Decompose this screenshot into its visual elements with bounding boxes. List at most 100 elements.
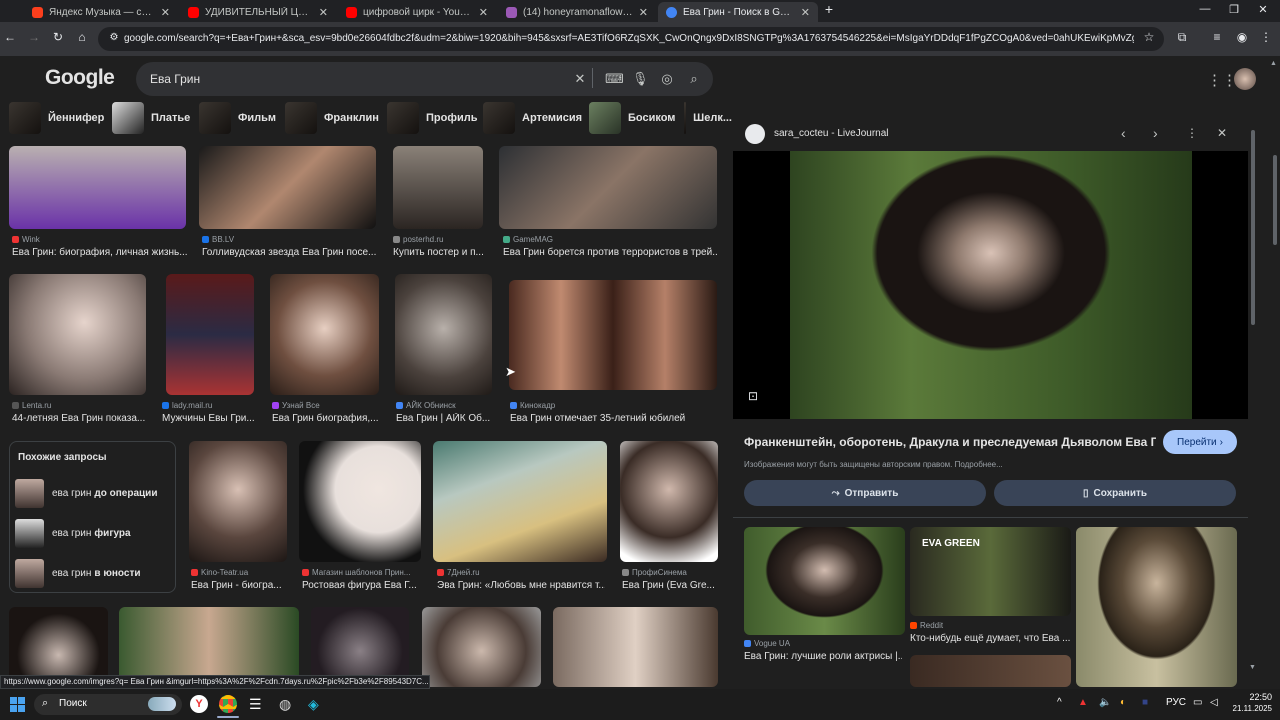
result-caption[interactable]: Ева Грин (Eva Gre... bbox=[622, 580, 718, 591]
result-caption[interactable]: Ева Грин отмечает 35-летний юбилей bbox=[510, 413, 717, 424]
windows-start-icon[interactable] bbox=[10, 697, 25, 712]
yandex-browser-icon[interactable]: Y bbox=[190, 695, 208, 713]
result-image[interactable] bbox=[199, 146, 376, 229]
previous-icon[interactable]: ‹ bbox=[1121, 125, 1126, 141]
tab-youtube-1[interactable]: УДИВИТЕЛЬНЫЙ ЦИФРОВОЙ✕ bbox=[180, 2, 336, 22]
share-button[interactable]: ⤳ Отправить bbox=[744, 480, 986, 506]
result-source[interactable]: Kino-Teatr.ua bbox=[191, 568, 248, 577]
search-box[interactable] bbox=[136, 62, 713, 96]
result-caption[interactable]: Ева Грин: биография, личная жизнь... bbox=[12, 247, 188, 258]
result-image[interactable] bbox=[270, 274, 379, 395]
related-search-item[interactable]: ева грин фигура bbox=[15, 518, 131, 548]
related-search-item[interactable]: ева грин в юности bbox=[15, 558, 141, 588]
result-image[interactable] bbox=[620, 441, 718, 562]
tray-expand-icon[interactable]: ^ bbox=[1057, 697, 1062, 708]
result-source[interactable]: АЙК Обнинск bbox=[396, 401, 456, 410]
result-caption[interactable]: Эва Грин: «Любовь мне нравится т... bbox=[437, 580, 605, 591]
language-indicator[interactable]: РУС bbox=[1166, 697, 1186, 708]
app-icon[interactable]: ☰ bbox=[249, 696, 262, 713]
result-source[interactable]: Lenta.ru bbox=[12, 401, 51, 410]
result-source[interactable]: lady.mail.ru bbox=[162, 401, 212, 410]
result-image[interactable] bbox=[393, 146, 483, 229]
chip-film[interactable]: Фильм bbox=[199, 101, 276, 134]
next-icon[interactable]: › bbox=[1153, 125, 1158, 141]
result-source[interactable]: Кинокадр bbox=[510, 401, 555, 410]
page-scrollbar[interactable] bbox=[1273, 155, 1277, 245]
network-icon[interactable]: ▭ bbox=[1193, 697, 1202, 708]
browser-menu-icon[interactable]: ⋮ bbox=[1256, 30, 1276, 44]
close-panel-icon[interactable]: ✕ bbox=[1217, 126, 1227, 140]
save-button[interactable]: ▯ Сохранить bbox=[994, 480, 1236, 506]
result-source[interactable]: ПрофиСинема bbox=[622, 568, 687, 577]
apps-grid-icon[interactable]: ⋮⋮ bbox=[1207, 71, 1237, 89]
preview-image[interactable] bbox=[790, 151, 1192, 419]
lens-icon[interactable]: ◎ bbox=[659, 71, 675, 87]
clear-icon[interactable]: ✕ bbox=[572, 71, 588, 87]
chip-yennefer[interactable]: Йеннифер bbox=[9, 101, 104, 134]
close-tab-icon[interactable]: ✕ bbox=[479, 6, 488, 19]
site-info-icon[interactable]: ⚙ bbox=[104, 32, 124, 43]
scroll-up-icon[interactable]: ▲ bbox=[1270, 60, 1277, 67]
result-image[interactable] bbox=[499, 146, 717, 229]
result-image[interactable] bbox=[189, 441, 287, 562]
result-caption[interactable]: 44-летняя Ева Грин показа... bbox=[12, 413, 158, 424]
result-caption[interactable]: Голливудская звезда Ева Грин посе... bbox=[202, 247, 378, 258]
result-source[interactable]: Wink bbox=[12, 235, 40, 244]
close-tab-icon[interactable]: ✕ bbox=[801, 6, 810, 19]
result-caption[interactable]: Ева Грин - биогра... bbox=[191, 580, 289, 591]
tray-warning-icon[interactable]: ▲ bbox=[1078, 697, 1088, 708]
tab-honeyramonaflowers[interactable]: (14) honeyramonaflowers ✕ bbox=[498, 2, 656, 22]
result-source[interactable]: 7Дней.ru bbox=[437, 568, 480, 577]
clock-date[interactable]: 21.11.2025 bbox=[1222, 704, 1272, 713]
result-source[interactable]: BB.LV bbox=[202, 235, 234, 244]
search-icon[interactable]: ⌕ bbox=[686, 71, 702, 87]
similar-caption[interactable]: Ева Грин: лучшие роли актрисы |... bbox=[744, 651, 902, 662]
similar-image[interactable] bbox=[1076, 527, 1237, 687]
chip-profile[interactable]: Профиль bbox=[387, 101, 477, 134]
search-input[interactable]: Ева Грин bbox=[150, 72, 200, 86]
close-tab-icon[interactable]: ✕ bbox=[319, 6, 328, 19]
result-image[interactable] bbox=[422, 607, 541, 687]
panel-source[interactable]: sara_cocteu - LiveJournal bbox=[774, 128, 889, 139]
chrome-icon[interactable] bbox=[219, 695, 237, 713]
result-image[interactable] bbox=[299, 441, 421, 562]
similar-caption[interactable]: Кто-нибудь ещё думает, что Ева ... bbox=[910, 633, 1070, 644]
back-icon[interactable]: ← bbox=[0, 30, 20, 44]
visit-button[interactable]: Перейти › bbox=[1163, 430, 1237, 454]
new-tab-button[interactable]: + bbox=[818, 1, 840, 17]
url-text[interactable]: google.com/search?q=+Ева+Грин+&sca_esv=9… bbox=[124, 33, 1134, 44]
clock-time[interactable]: 22:50 bbox=[1232, 692, 1272, 702]
reload-icon[interactable]: ↻ bbox=[48, 30, 68, 44]
result-image[interactable] bbox=[395, 274, 492, 395]
result-image[interactable] bbox=[9, 274, 146, 395]
result-image[interactable] bbox=[166, 274, 254, 395]
home-icon[interactable]: ⌂ bbox=[72, 30, 92, 44]
lens-search-icon[interactable]: ⊡ bbox=[748, 389, 758, 403]
restore-icon[interactable]: ❐ bbox=[1223, 3, 1245, 16]
similar-image[interactable] bbox=[910, 655, 1071, 687]
volume-icon[interactable]: 🔈 bbox=[1099, 697, 1111, 708]
panel-scrollbar[interactable] bbox=[1251, 130, 1255, 325]
app-icon[interactable]: ◈ bbox=[308, 696, 319, 713]
app-icon[interactable]: ◍ bbox=[279, 696, 291, 713]
tab-youtube-2[interactable]: цифровой цирк - YouTube ✕ bbox=[338, 2, 496, 22]
result-source[interactable]: Узнай Все bbox=[272, 401, 320, 410]
close-window-icon[interactable]: ✕ bbox=[1252, 3, 1274, 16]
keyboard-icon[interactable]: ⌨ bbox=[605, 71, 624, 87]
chip-artemisia[interactable]: Артемисия bbox=[483, 101, 582, 134]
result-caption[interactable]: Купить постер и п... bbox=[393, 247, 493, 258]
result-caption[interactable]: Ростовая фигура Ева Г... bbox=[302, 580, 422, 591]
result-image[interactable] bbox=[509, 280, 717, 390]
chip-silk[interactable]: Шелк... bbox=[684, 101, 732, 134]
chip-barefoot[interactable]: Босиком bbox=[589, 101, 675, 134]
forward-icon[interactable]: → bbox=[24, 30, 44, 44]
more-options-icon[interactable]: ⋮ bbox=[1186, 126, 1198, 140]
scroll-down-icon[interactable]: ▼ bbox=[1249, 664, 1256, 671]
tab-google-search[interactable]: Ева Грин - Поиск в Google ✕ bbox=[658, 2, 818, 22]
chip-dress[interactable]: Платье bbox=[112, 101, 190, 134]
speaker-icon[interactable]: ◁ bbox=[1210, 697, 1218, 708]
google-logo[interactable]: Google bbox=[45, 66, 115, 90]
result-image[interactable] bbox=[433, 441, 607, 562]
copyright-notice[interactable]: Изображения могут быть защищены авторски… bbox=[744, 460, 1003, 469]
result-caption[interactable]: Мужчины Евы Гри... bbox=[162, 413, 262, 424]
